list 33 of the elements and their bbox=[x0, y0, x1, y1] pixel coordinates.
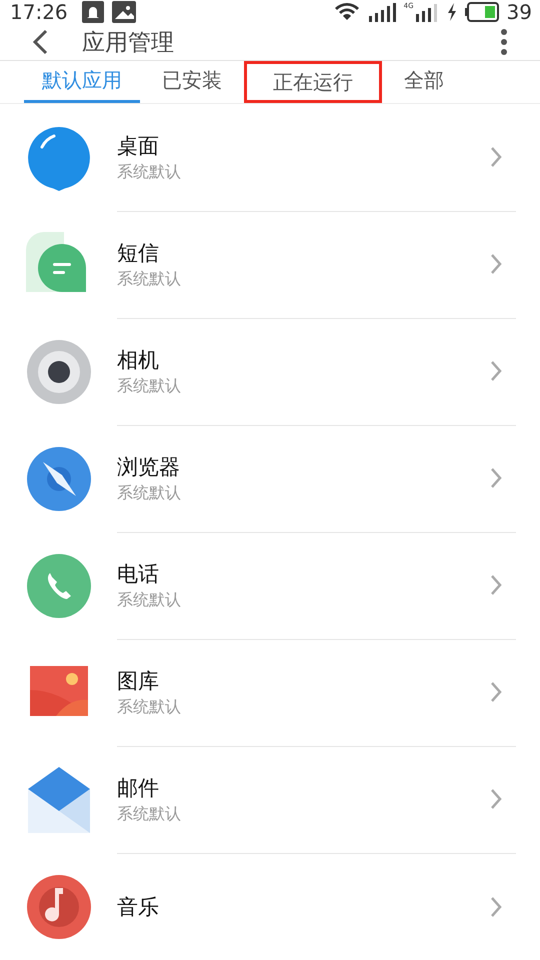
app-name[interactable]: 图库 bbox=[117, 666, 490, 694]
camera-lens-icon bbox=[26, 338, 92, 404]
app-name[interactable]: 电话 bbox=[117, 560, 490, 588]
battery-percent: 39 bbox=[506, 0, 532, 24]
page-title: 应用管理 bbox=[82, 28, 175, 58]
app-name[interactable]: 浏览器 bbox=[117, 452, 490, 480]
app-name[interactable]: 音乐 bbox=[117, 892, 490, 920]
charging-icon bbox=[446, 3, 457, 21]
app-subtitle: 系统默认 bbox=[117, 696, 182, 718]
wifi-icon bbox=[334, 2, 360, 22]
app-name[interactable]: 桌面 bbox=[117, 132, 490, 160]
battery-icon bbox=[464, 2, 499, 22]
app-name[interactable]: 短信 bbox=[117, 238, 490, 266]
signal-icon bbox=[368, 2, 396, 22]
tab[interactable]: 全部 bbox=[386, 61, 462, 103]
envelope-icon bbox=[26, 766, 92, 832]
app-name[interactable]: 邮件 bbox=[117, 774, 490, 802]
app-subtitle: 系统默认 bbox=[117, 804, 182, 824]
app-subtitle: 系统默认 bbox=[117, 590, 182, 610]
status-time: 17:26 bbox=[10, 0, 68, 24]
app-name[interactable]: 相机 bbox=[117, 346, 490, 374]
tab[interactable]: 默认应用 bbox=[24, 61, 140, 103]
app-subtitle: 系统默认 bbox=[117, 482, 182, 504]
app-subtitle: 系统默认 bbox=[117, 268, 182, 290]
balloon-icon bbox=[26, 124, 92, 190]
music-note-icon bbox=[26, 874, 92, 940]
compass-icon bbox=[26, 446, 92, 512]
app-subtitle: 系统默认 bbox=[117, 376, 182, 396]
tab[interactable]: 已安装 bbox=[144, 61, 240, 103]
phone-icon bbox=[26, 552, 92, 618]
tab[interactable]: 正在运行 bbox=[244, 61, 382, 103]
signal-icon bbox=[414, 2, 439, 22]
app-subtitle: 系统默认 bbox=[117, 162, 182, 182]
